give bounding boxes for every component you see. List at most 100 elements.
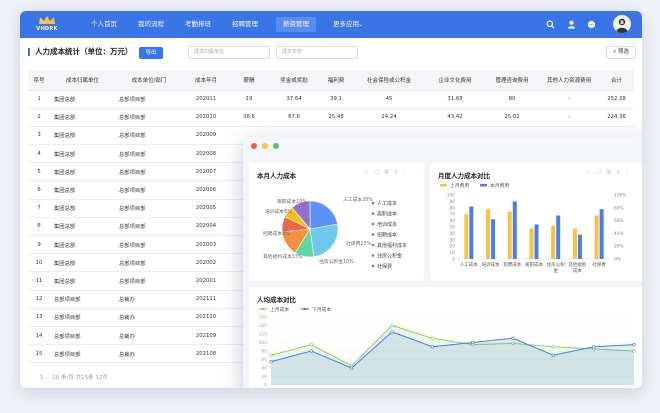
area-chart: 上月成本 下月成本 0 20 40 60 80 100 120 140 160	[259, 306, 636, 388]
nav-item-4[interactable]: 薪资管理	[276, 17, 316, 32]
y-tick-label: 120	[259, 332, 267, 338]
data-point[interactable]	[430, 336, 434, 340]
table-cell: 集团总部	[50, 180, 115, 200]
bar[interactable]	[556, 215, 561, 259]
nav-item-0[interactable]: 个人首页	[83, 11, 125, 38]
user-icon[interactable]	[567, 20, 576, 29]
bar[interactable]	[486, 209, 491, 259]
table-cell: 24.24	[353, 108, 425, 127]
data-point[interactable]	[269, 359, 273, 364]
table-cell: 总部项目部	[115, 144, 183, 164]
column-header[interactable]: 奖金或奖励	[269, 70, 319, 91]
column-header[interactable]: 薪酬	[229, 70, 269, 91]
cost-year-search-input[interactable]: 成本年份	[276, 46, 358, 59]
table-cell: 集团总部	[50, 126, 115, 146]
avatar[interactable]	[613, 15, 631, 33]
bar[interactable]	[464, 214, 469, 259]
y-tick-label: 90	[450, 199, 456, 205]
maximize-window-icon[interactable]	[273, 143, 279, 149]
search-icon[interactable]	[546, 20, 555, 29]
message-icon[interactable]	[587, 20, 596, 29]
column-header[interactable]: 其他人力资源费用	[539, 70, 599, 91]
table-cell: 252.38	[599, 90, 634, 109]
data-point[interactable]	[390, 323, 394, 328]
table-cell: 10	[28, 253, 50, 273]
filter-button[interactable]: ⌕ 筛选	[606, 46, 636, 59]
table-cell: 202108	[183, 344, 229, 364]
data-point[interactable]	[511, 336, 515, 340]
table-cell: 3	[28, 126, 50, 146]
bar[interactable]	[572, 228, 577, 259]
data-point[interactable]	[390, 330, 394, 334]
data-point[interactable]	[471, 340, 475, 345]
column-header[interactable]: 成本归属单位	[50, 70, 115, 91]
data-point[interactable]	[551, 345, 555, 349]
column-header[interactable]: 管理咨询费用	[485, 70, 539, 91]
legend-label: 离职成本	[377, 211, 397, 218]
table-cell: 总部项目部	[50, 326, 115, 346]
y2-tick-label: 40%	[614, 231, 624, 237]
table-cell: 37.64	[269, 90, 319, 109]
data-point[interactable]	[592, 345, 596, 349]
table-cell: 202006	[183, 180, 229, 200]
column-header[interactable]: 成本年月	[183, 70, 229, 91]
data-point[interactable]	[350, 366, 354, 370]
bar[interactable]	[469, 206, 474, 259]
column-header[interactable]: 社会保险或公积金	[353, 70, 425, 91]
minimize-window-icon[interactable]	[262, 143, 268, 149]
nav-item-1[interactable]: 我的流程	[130, 11, 172, 38]
bar[interactable]	[529, 228, 534, 259]
table-cell: 4	[28, 144, 50, 164]
area-fill	[271, 331, 634, 385]
table-cell: 31.68	[425, 90, 485, 109]
column-header[interactable]: 合计	[599, 70, 634, 91]
data-point[interactable]	[309, 342, 313, 347]
bar[interactable]	[491, 219, 496, 259]
brand-logo[interactable]: VHDRK	[30, 15, 64, 34]
data-point[interactable]	[309, 349, 313, 353]
export-button[interactable]: 导出	[139, 47, 163, 59]
legend-marker	[371, 264, 375, 268]
table-cell: 总裁办	[115, 326, 183, 346]
pie-slice[interactable]	[309, 223, 339, 258]
column-header[interactable]: 企业文化费用	[425, 70, 485, 91]
table-cell: 8	[28, 217, 50, 237]
data-point[interactable]	[551, 353, 555, 357]
legend-marker	[480, 184, 487, 187]
bar-chart: 上月费用 本月费用 0102030405060708090100 0% 20% 40% 60…	[440, 182, 626, 274]
table-cell: 9	[28, 235, 50, 255]
bar[interactable]	[577, 234, 582, 259]
pagination[interactable]: 1 ... 10 条/页 共15条 12页	[40, 373, 108, 381]
data-point[interactable]	[632, 342, 636, 347]
y-tick-label: 0	[452, 257, 455, 263]
data-point[interactable]	[430, 345, 434, 349]
table-cell: 80	[485, 90, 539, 109]
bar[interactable]	[534, 224, 539, 259]
nav-item-2[interactable]: 考勤排班	[177, 11, 219, 38]
bar[interactable]	[594, 215, 599, 259]
column-header[interactable]: 序号	[28, 70, 50, 91]
table-cell: 6	[28, 180, 50, 200]
bar[interactable]	[551, 225, 556, 259]
table-cell: 总裁办	[115, 290, 183, 309]
x-tick-label: 离职成本	[525, 261, 543, 268]
table-row[interactable]: 2 集团总部 总部项目部 202010 38.6 67.6 25.48 24.24 43.42 2…	[28, 108, 634, 127]
bar[interactable]	[512, 201, 517, 259]
y-tick-label: 10	[450, 250, 456, 256]
line-chart-card: 人均成本对比 上月成本 下月成本 0 20 40 60 80 100 120 140 160	[249, 287, 642, 388]
close-window-icon[interactable]	[251, 143, 257, 149]
table-row[interactable]: 1 集团总部 总部项目部 202011 19 37.64 39.1 45 31.68 80-252…	[28, 90, 634, 109]
data-point[interactable]	[269, 353, 273, 357]
table-cell: 67.6	[269, 108, 319, 127]
column-header[interactable]: 福利费	[319, 70, 353, 91]
bar[interactable]	[599, 209, 604, 259]
table-cell: 39.1	[319, 90, 353, 109]
x-tick-label: 金	[553, 267, 558, 274]
column-header[interactable]: 成本单位/部门	[115, 70, 183, 91]
table-cell: 202005	[183, 199, 229, 218]
cost-unit-search-input[interactable]: 成本归属单位	[188, 46, 270, 59]
y-tick-label: 80	[450, 205, 456, 211]
nav-item-3[interactable]: 招聘管理	[224, 11, 266, 38]
table-cell: 集团总部	[50, 199, 115, 218]
bar[interactable]	[507, 211, 512, 259]
